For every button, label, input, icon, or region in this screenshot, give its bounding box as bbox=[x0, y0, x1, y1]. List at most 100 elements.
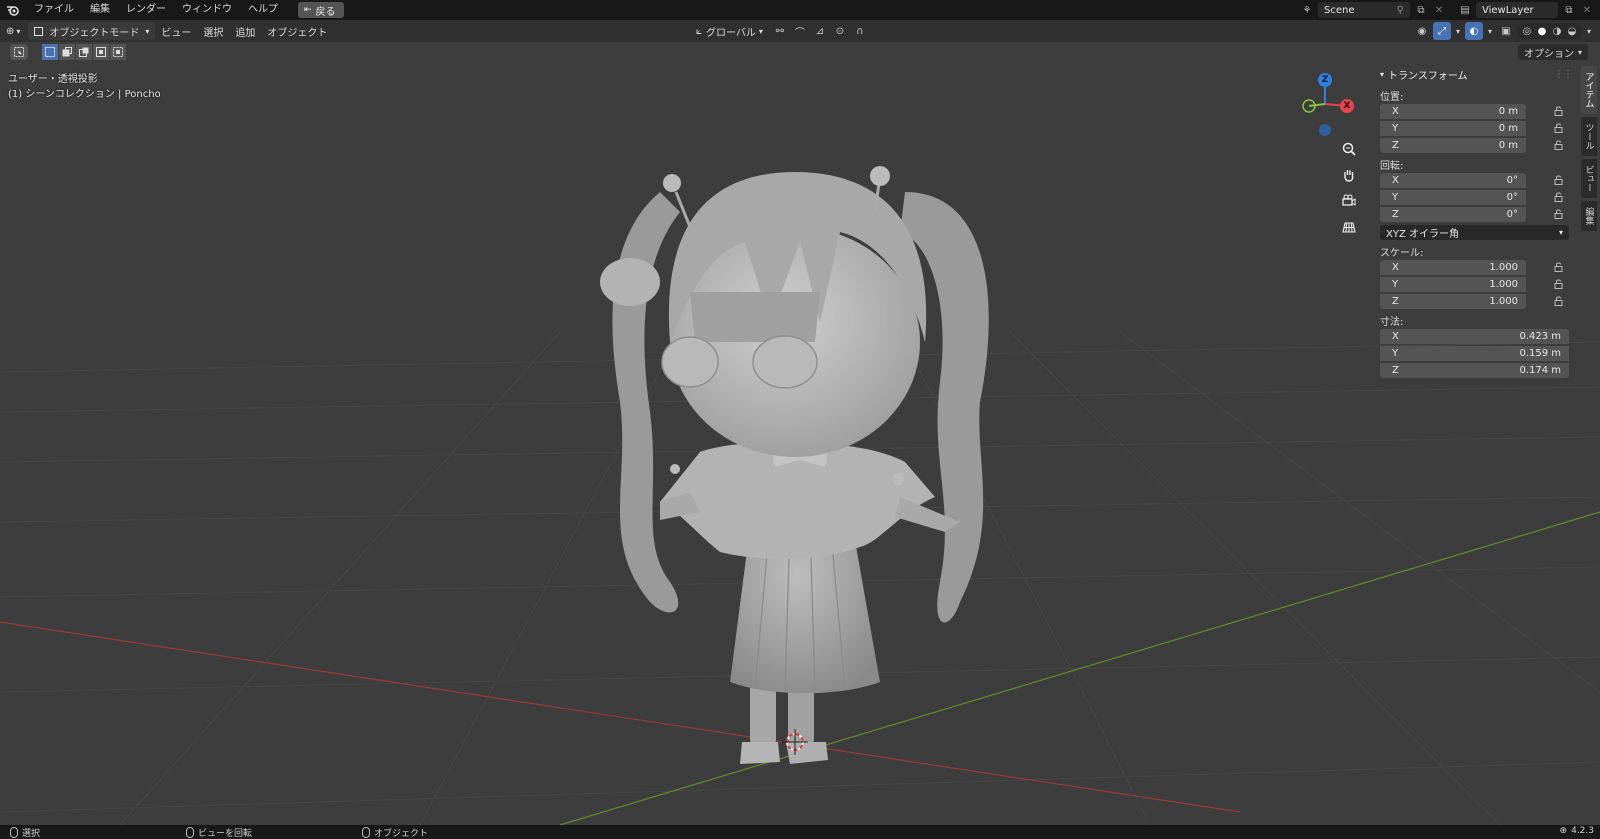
falloff-icon[interactable]: ∩ bbox=[851, 22, 869, 40]
orientation-selector[interactable]: ⟀ グローバル ▾ bbox=[690, 22, 769, 40]
rotation-z-field[interactable]: Z 0° bbox=[1380, 206, 1526, 222]
select-subtract-icon[interactable] bbox=[76, 44, 92, 60]
zoom-icon[interactable] bbox=[1338, 138, 1360, 160]
menu-edit[interactable]: 編集 bbox=[82, 0, 118, 20]
rotation-mode-select[interactable]: XYZ オイラー角 ▾ bbox=[1380, 225, 1569, 240]
rendered-shading-icon[interactable]: ◒ bbox=[1565, 24, 1579, 38]
view-layer-icon[interactable]: ▤ bbox=[1458, 3, 1472, 17]
field-value: 1.000 bbox=[1489, 295, 1518, 307]
camera-view-icon[interactable] bbox=[1338, 190, 1360, 212]
pan-hand-icon[interactable] bbox=[1338, 164, 1360, 186]
close-view-layer-icon[interactable]: ✕ bbox=[1580, 3, 1594, 17]
status-bar: 選択 ビューを回転 オブジェクト ⊕ 4.2.3 bbox=[0, 825, 1600, 839]
mode-selector[interactable]: オブジェクトモード ▾ bbox=[28, 22, 156, 40]
ortho-perspective-grid-icon[interactable] bbox=[1338, 216, 1360, 238]
select-tool-icon[interactable] bbox=[10, 44, 28, 60]
mouse-middle-icon bbox=[186, 827, 194, 838]
back-button[interactable]: ⇤ 戻る bbox=[298, 2, 344, 18]
proportional-edit-icon[interactable]: ⊙ bbox=[831, 22, 849, 40]
location-y-field[interactable]: Y 0 m bbox=[1380, 120, 1526, 136]
snap-target-icon[interactable]: ⊿ bbox=[811, 22, 829, 40]
pivot-icon[interactable]: ⚯ bbox=[771, 22, 789, 40]
location-z-field[interactable]: Z 0 m bbox=[1380, 137, 1526, 153]
drag-handle-icon[interactable]: ⋮⋮ bbox=[1554, 69, 1573, 80]
lock-icon[interactable] bbox=[1550, 294, 1568, 309]
axis-label: X bbox=[1392, 105, 1399, 117]
tab-tool[interactable]: ツール bbox=[1581, 117, 1597, 156]
transform-panel-header[interactable]: ▾ トランスフォーム ⋮⋮ bbox=[1376, 64, 1573, 84]
scale-x-field[interactable]: X 1.000 bbox=[1380, 259, 1526, 275]
lock-icon[interactable] bbox=[1550, 260, 1568, 275]
location-x-field[interactable]: X 0 m bbox=[1380, 103, 1526, 119]
scene-selector[interactable]: Scene ⚲ bbox=[1318, 2, 1410, 18]
editor-type-selector[interactable]: ⊕ ▾ bbox=[0, 22, 26, 40]
location-y-row: Y 0 m bbox=[1376, 120, 1572, 136]
chevron-down-icon[interactable]: ▾ bbox=[1485, 22, 1495, 40]
tab-view[interactable]: ビュー bbox=[1581, 159, 1597, 198]
x-axis-line bbox=[0, 621, 1241, 813]
gizmo-z-axis[interactable]: Z bbox=[1318, 73, 1332, 87]
gizmo-toggle-icon[interactable]: ⤢ bbox=[1433, 22, 1451, 40]
visibility-icon[interactable]: ◉ bbox=[1413, 22, 1431, 40]
close-scene-icon[interactable]: ✕ bbox=[1432, 3, 1446, 17]
character-model bbox=[600, 166, 989, 764]
wireframe-shading-icon[interactable]: ◎ bbox=[1520, 24, 1534, 38]
select-extend-icon[interactable] bbox=[59, 44, 75, 60]
lock-icon[interactable] bbox=[1550, 104, 1568, 119]
lock-icon[interactable] bbox=[1550, 207, 1568, 222]
view-layer-selector[interactable]: ViewLayer bbox=[1476, 2, 1558, 18]
menu-file[interactable]: ファイル bbox=[26, 0, 82, 20]
chevron-down-icon: ▾ bbox=[1558, 228, 1563, 237]
lock-icon[interactable] bbox=[1550, 277, 1568, 292]
select-invert-icon[interactable] bbox=[93, 44, 109, 60]
orientation-icon: ⟀ bbox=[696, 25, 702, 37]
xray-toggle-icon[interactable]: ▣ bbox=[1497, 22, 1515, 40]
menu-view[interactable]: ビュー bbox=[155, 22, 197, 40]
lock-icon[interactable] bbox=[1550, 121, 1568, 136]
lock-icon[interactable] bbox=[1550, 173, 1568, 188]
menu-add[interactable]: 追加 bbox=[229, 22, 261, 40]
scale-z-field[interactable]: Z 1.000 bbox=[1380, 293, 1526, 309]
chevron-down-icon[interactable]: ▾ bbox=[1584, 22, 1594, 40]
object-mode-icon bbox=[34, 26, 44, 36]
scale-y-field[interactable]: Y 1.000 bbox=[1380, 276, 1526, 292]
lock-icon[interactable] bbox=[1550, 138, 1568, 153]
dimensions-y-field[interactable]: Y 0.159 m bbox=[1380, 345, 1569, 361]
gizmo-x-axis[interactable]: X bbox=[1340, 99, 1354, 113]
pin-icon[interactable]: ⚲ bbox=[1397, 5, 1404, 16]
select-new-icon[interactable] bbox=[42, 44, 58, 60]
menu-window[interactable]: ウィンドウ bbox=[174, 0, 240, 20]
axis-label: X bbox=[1392, 174, 1399, 186]
dimensions-z-field[interactable]: Z 0.174 m bbox=[1380, 362, 1569, 378]
scene-icon[interactable]: ⚘ bbox=[1300, 3, 1314, 17]
snap-icon[interactable]: ⌒ bbox=[791, 22, 809, 40]
tab-edit[interactable]: 編集 bbox=[1581, 201, 1597, 231]
new-view-layer-icon[interactable]: ⧉ bbox=[1562, 3, 1576, 17]
menu-help[interactable]: ヘルプ bbox=[240, 0, 286, 20]
menu-render[interactable]: レンダー bbox=[118, 0, 174, 20]
overlay-toggle-icon[interactable]: ◐ bbox=[1465, 22, 1483, 40]
status-select-label: 選択 bbox=[22, 829, 41, 839]
rotation-x-field[interactable]: X 0° bbox=[1380, 172, 1526, 188]
orientation-label: グローバル bbox=[706, 27, 756, 39]
lock-icon[interactable] bbox=[1550, 190, 1568, 205]
new-scene-icon[interactable]: ⧉ bbox=[1414, 3, 1428, 17]
menu-object[interactable]: オブジェクト bbox=[261, 22, 333, 40]
field-value: 0.423 m bbox=[1519, 330, 1561, 342]
rotation-y-field[interactable]: Y 0° bbox=[1380, 189, 1526, 205]
viewport-canvas bbox=[0, 166, 1600, 825]
material-shading-icon[interactable]: ◑ bbox=[1550, 24, 1564, 38]
menu-select[interactable]: 選択 bbox=[197, 22, 229, 40]
chevron-down-icon[interactable]: ▾ bbox=[1453, 22, 1463, 40]
dimensions-x-field[interactable]: X 0.423 m bbox=[1380, 328, 1569, 344]
3d-viewport[interactable]: オプション ▾ ユーザー・透視投影 (1) シーンコレクション | Poncho… bbox=[0, 42, 1600, 825]
navigation-gizmo[interactable]: Z X bbox=[1295, 70, 1355, 140]
scale-label: スケール: bbox=[1380, 248, 1424, 259]
rotation-label: 回転: bbox=[1380, 161, 1404, 172]
blender-logo-icon[interactable] bbox=[0, 0, 26, 20]
select-intersect-icon[interactable] bbox=[110, 44, 126, 60]
options-button[interactable]: オプション ▾ bbox=[1517, 44, 1588, 60]
tab-item[interactable]: アイテム bbox=[1581, 66, 1597, 114]
chevron-down-icon: ▾ bbox=[1577, 47, 1582, 57]
solid-shading-icon[interactable]: ● bbox=[1535, 24, 1549, 38]
